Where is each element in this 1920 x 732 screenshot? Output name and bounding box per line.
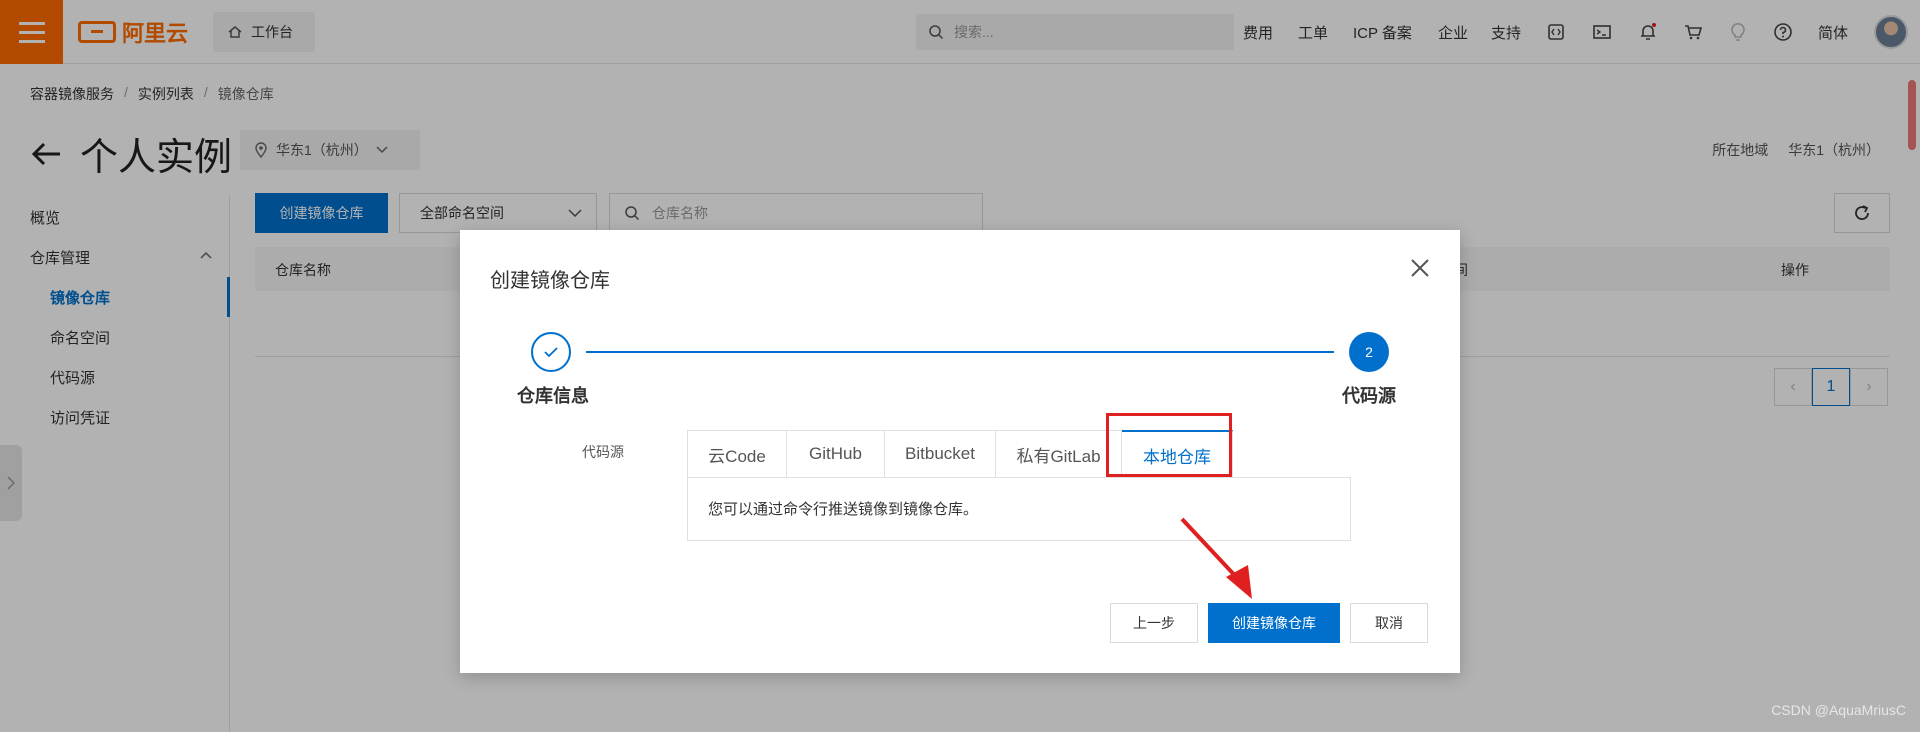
- annotation-arrow-icon: [1180, 517, 1252, 599]
- step-connector: [586, 351, 1334, 353]
- tab-content-text: 您可以通过命令行推送镜像到镜像仓库。: [708, 501, 979, 518]
- cancel-button[interactable]: 取消: [1350, 603, 1428, 643]
- create-repo-dialog: 创建镜像仓库 2 仓库信息 代码源 代码源 云Code GitHub Bitbu…: [460, 230, 1460, 673]
- step-1-label: 仓库信息: [517, 386, 589, 406]
- tab-github[interactable]: GitHub: [787, 430, 885, 478]
- code-source-label: 代码源: [582, 444, 624, 460]
- tab-yuncode[interactable]: 云Code: [687, 430, 787, 478]
- tab-bitbucket[interactable]: Bitbucket: [885, 430, 996, 478]
- watermark: CSDN @AquaMriusC: [1771, 702, 1906, 718]
- close-icon[interactable]: [1408, 256, 1432, 280]
- check-icon: [544, 347, 558, 358]
- create-repo-submit-button[interactable]: 创建镜像仓库: [1208, 603, 1340, 643]
- step-2-label: 代码源: [1342, 386, 1396, 406]
- highlight-box: [1106, 413, 1232, 477]
- prev-step-button[interactable]: 上一步: [1110, 603, 1198, 643]
- step-1-indicator: [531, 332, 571, 372]
- step-2-indicator: 2: [1349, 332, 1389, 372]
- tab-private-gitlab[interactable]: 私有GitLab: [996, 430, 1122, 478]
- dialog-title: 创建镜像仓库: [490, 270, 610, 292]
